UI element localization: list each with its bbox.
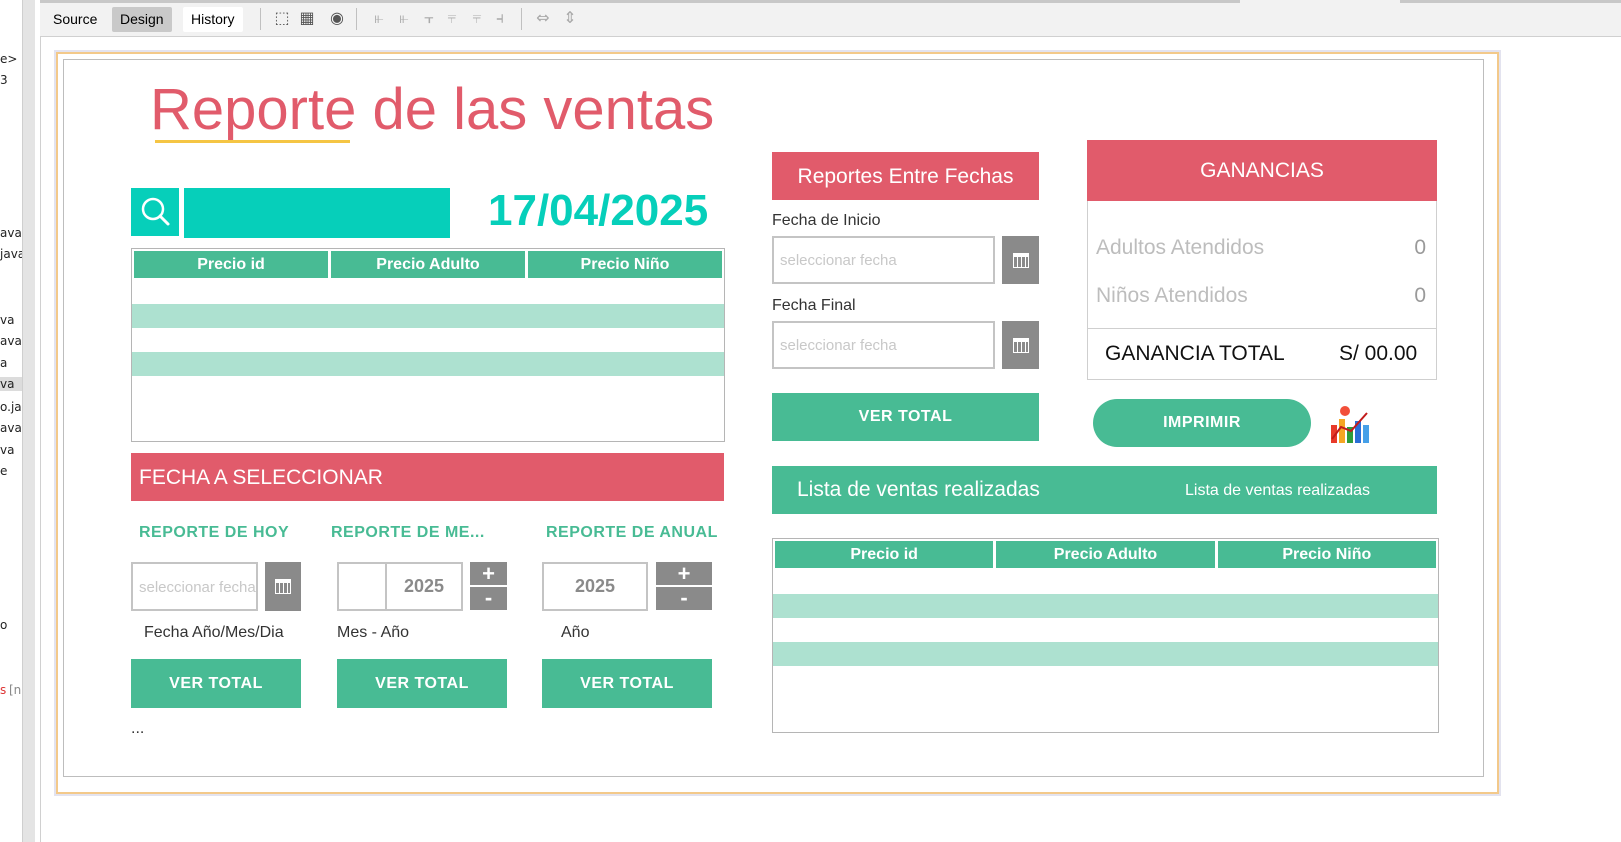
between-dates-header: Reportes Entre Fechas bbox=[772, 152, 1039, 200]
align-bottom-icon[interactable]: ⫧ bbox=[468, 9, 486, 27]
start-date-label: Fecha de Inicio bbox=[772, 212, 881, 229]
report-month-label: REPORTE DE ME... bbox=[331, 524, 485, 541]
calendar-icon bbox=[275, 579, 291, 594]
resize-vertical-icon[interactable]: ⇕ bbox=[561, 9, 579, 27]
search-input[interactable] bbox=[184, 188, 450, 238]
tab-design[interactable]: Design bbox=[112, 7, 172, 32]
preview-design-icon[interactable]: ◉ bbox=[328, 9, 346, 27]
sales-list-title: Lista de ventas realizadas bbox=[797, 478, 1040, 501]
report-annual-label: REPORTE DE ANUAL bbox=[546, 524, 718, 541]
page-title: Reporte de las ventas bbox=[150, 77, 715, 142]
children-served-value: 0 bbox=[1414, 284, 1426, 307]
end-calendar-button[interactable] bbox=[1002, 321, 1039, 369]
title-underline bbox=[155, 140, 350, 143]
align-top-icon[interactable]: ⫧ bbox=[443, 9, 461, 27]
table-row[interactable] bbox=[132, 352, 724, 376]
month-total-button[interactable]: VER TOTAL bbox=[337, 659, 507, 708]
adults-served-value: 0 bbox=[1414, 236, 1426, 259]
ellipsis-label: ... bbox=[131, 720, 145, 737]
fecha-section-header: FECHA A SELECCIONAR bbox=[131, 453, 724, 501]
resize-horizontal-icon[interactable]: ⇔ bbox=[534, 9, 552, 27]
tree-fragment[interactable]: ava bbox=[0, 334, 22, 348]
sales-table[interactable]: Precio id Precio Adulto Precio Niño bbox=[772, 538, 1439, 733]
report-chart-icon[interactable] bbox=[1329, 405, 1373, 445]
calendar-icon bbox=[1012, 337, 1029, 353]
end-date-input[interactable]: seleccionar fecha bbox=[772, 321, 995, 369]
annual-decrement-button[interactable]: - bbox=[656, 587, 712, 610]
table-header-row: Precio id Precio Adulto Precio Niño bbox=[775, 541, 1436, 568]
column-header[interactable]: Precio id bbox=[775, 541, 994, 568]
ganancias-header: GANANCIAS bbox=[1087, 140, 1437, 201]
print-button[interactable]: IMPRIMIR bbox=[1093, 399, 1311, 447]
tree-fragment[interactable]: o.ja bbox=[0, 400, 22, 414]
tab-strip-line bbox=[1400, 0, 1621, 3]
tab-history[interactable]: History bbox=[183, 7, 243, 32]
tree-fragment-error[interactable]: s bbox=[0, 683, 6, 697]
calendar-icon bbox=[1012, 252, 1029, 268]
range-total-button[interactable]: VER TOTAL bbox=[772, 393, 1039, 441]
column-header[interactable]: Precio Adulto bbox=[996, 541, 1215, 568]
table-row[interactable] bbox=[773, 594, 1438, 618]
tree-fragment[interactable]: o bbox=[0, 618, 7, 632]
annual-year-input[interactable]: 2025 bbox=[542, 562, 648, 611]
annual-increment-button[interactable]: + bbox=[656, 562, 712, 586]
align-left-icon[interactable]: ⫦ bbox=[370, 9, 388, 27]
toolbar-separator bbox=[260, 8, 261, 30]
today-date-input[interactable]: seleccionar fecha bbox=[131, 562, 258, 611]
children-served-label: Niños Atendidos bbox=[1096, 284, 1248, 307]
search-icon bbox=[141, 197, 170, 226]
connection-mode-icon[interactable]: ▦ bbox=[298, 9, 316, 27]
annual-total-button[interactable]: VER TOTAL bbox=[542, 659, 712, 708]
prices-table[interactable]: Precio id Precio Adulto Precio Niño bbox=[131, 248, 725, 442]
tree-fragment[interactable]: e bbox=[0, 464, 7, 478]
today-calendar-button[interactable] bbox=[265, 562, 301, 611]
tree-fragment: [n bbox=[9, 683, 22, 697]
center-horizontal-icon[interactable]: ⫟ bbox=[420, 9, 438, 27]
search-button[interactable] bbox=[131, 188, 179, 236]
toolbar-separator bbox=[521, 8, 522, 30]
tab-strip-line bbox=[40, 0, 1240, 3]
tree-fragment[interactable]: a bbox=[0, 356, 7, 370]
column-header[interactable]: Precio Niño bbox=[1217, 541, 1436, 568]
tree-fragment[interactable]: e> bbox=[0, 52, 17, 66]
tab-source[interactable]: Source bbox=[45, 7, 105, 32]
tree-fragment[interactable]: ava bbox=[0, 226, 22, 240]
selection-mode-icon[interactable]: ⬚ bbox=[273, 9, 291, 27]
month-input[interactable] bbox=[337, 562, 387, 611]
tree-fragment[interactable]: ava bbox=[0, 421, 22, 435]
total-earnings-label: GANANCIA TOTAL bbox=[1105, 342, 1285, 365]
month-year-input[interactable]: 2025 bbox=[385, 562, 463, 611]
total-earnings-value: S/ 00.00 bbox=[1339, 342, 1418, 365]
column-header[interactable]: Precio Adulto bbox=[331, 251, 525, 278]
table-row[interactable] bbox=[132, 304, 724, 328]
align-right-icon[interactable]: ⫦ bbox=[395, 9, 413, 27]
editor-toolbar: Source Design History ⬚ ▦ ◉ ⫦ ⫦ ⫟ ⫧ ⫧ ⫞ … bbox=[40, 0, 1621, 37]
center-vertical-icon[interactable]: ⫞ bbox=[491, 9, 509, 27]
tree-fragment-selected[interactable]: va bbox=[0, 377, 22, 391]
month-increment-button[interactable]: + bbox=[470, 562, 507, 586]
end-date-label: Fecha Final bbox=[772, 297, 856, 314]
start-date-input[interactable]: seleccionar fecha bbox=[772, 236, 995, 284]
toolbar-separator bbox=[356, 8, 357, 30]
tree-fragment[interactable]: va bbox=[0, 313, 14, 327]
divider bbox=[1088, 328, 1436, 329]
today-total-button[interactable]: VER TOTAL bbox=[131, 659, 301, 708]
month-caption: Mes - Año bbox=[337, 624, 410, 641]
table-row[interactable] bbox=[773, 642, 1438, 666]
tree-fragment[interactable]: 3 bbox=[0, 73, 8, 87]
sales-list-subtitle: Lista de ventas realizadas bbox=[1185, 482, 1370, 499]
current-date: 17/04/2025 bbox=[488, 186, 709, 235]
panel-scrollbar[interactable] bbox=[22, 0, 35, 842]
table-header-row: Precio id Precio Adulto Precio Niño bbox=[134, 251, 722, 278]
start-calendar-button[interactable] bbox=[1002, 236, 1039, 284]
report-today-label: REPORTE DE HOY bbox=[139, 524, 290, 541]
column-header[interactable]: Precio id bbox=[134, 251, 328, 278]
column-header[interactable]: Precio Niño bbox=[528, 251, 722, 278]
tree-fragment[interactable]: va bbox=[0, 443, 14, 457]
adults-served-label: Adultos Atendidos bbox=[1096, 236, 1265, 259]
month-decrement-button[interactable]: - bbox=[470, 587, 507, 610]
today-caption: Fecha Año/Mes/Dia bbox=[144, 624, 284, 641]
annual-caption: Año bbox=[561, 624, 590, 641]
